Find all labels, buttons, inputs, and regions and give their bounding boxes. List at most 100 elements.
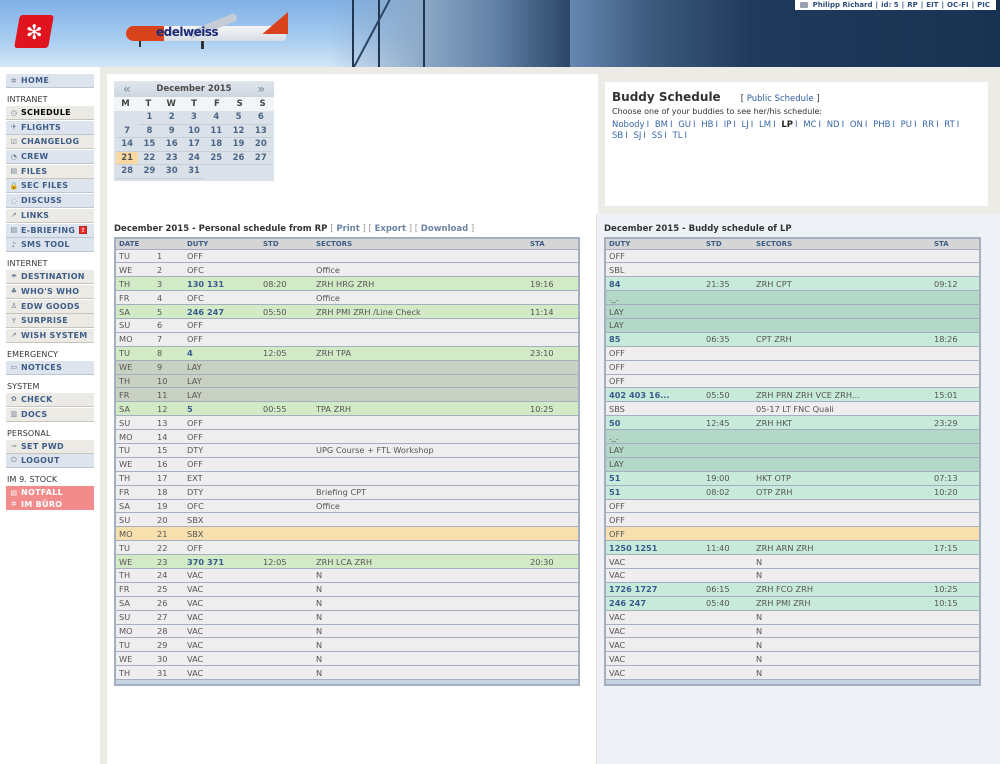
calendar-day[interactable]: 13	[249, 125, 272, 138]
buddy-link-ss[interactable]: SS	[652, 131, 663, 141]
sidebar-item-schedule[interactable]: ◷ SCHEDULE	[6, 106, 94, 120]
table-row[interactable]: SBL	[605, 262, 980, 278]
calendar-day[interactable]: 28	[116, 165, 139, 179]
table-row[interactable]: OFF	[605, 499, 980, 514]
calendar-day[interactable]: 27	[249, 152, 272, 165]
buddy-link-rr[interactable]: RR	[922, 120, 934, 130]
table-row[interactable]: VAC N	[605, 610, 980, 625]
calendar-day[interactable]: 5	[227, 111, 250, 125]
edelweiss-logo[interactable]: ✻	[14, 15, 54, 48]
table-row[interactable]: TU 1 OFF	[115, 249, 579, 264]
calendar-day[interactable]: 11	[205, 125, 228, 138]
user-info-item[interactable]: id: 5	[881, 1, 899, 9]
cell-duty[interactable]: 5	[184, 401, 260, 417]
calendar-day[interactable]: 24	[182, 152, 206, 165]
table-row[interactable]: VAC N	[605, 651, 980, 667]
table-row[interactable]: OFF	[605, 360, 980, 375]
calendar-day[interactable]: 6	[249, 111, 272, 125]
calendar-day[interactable]: 30	[160, 165, 183, 179]
calendar-day[interactable]: 23	[160, 152, 183, 165]
buddy-link-nobody[interactable]: Nobody	[612, 120, 645, 130]
table-row[interactable]: LAY	[605, 443, 980, 458]
table-row[interactable]: 85 06:35 CPT ZRH 18:26	[605, 332, 980, 347]
user-info-item[interactable]: PIC	[977, 1, 990, 9]
table-row[interactable]: TH 17 EXT	[115, 471, 579, 486]
table-row[interactable]: WE 16 OFF	[115, 457, 579, 472]
calendar-day[interactable]: 12	[227, 125, 250, 138]
table-row[interactable]: 51 08:02 OTP ZRH 10:20	[605, 485, 980, 500]
buddy-link-on[interactable]: ON	[850, 120, 863, 130]
table-row[interactable]: SA 5 246 247 05:50 ZRH PMI ZRH /Line Check 11…	[115, 304, 579, 319]
cell-duty[interactable]: 51	[605, 471, 703, 486]
calendar-day-today[interactable]: 21	[116, 151, 139, 165]
table-row[interactable]: SBS 05-17 LT FNC Quali	[605, 401, 980, 417]
table-row[interactable]: TU 22 OFF	[115, 540, 579, 556]
buddy-link-hb[interactable]: HB	[701, 120, 713, 130]
table-row[interactable]: WE 30 VAC N	[115, 651, 579, 667]
calendar-day[interactable]: 16	[160, 138, 183, 152]
table-row[interactable]: ._.	[605, 290, 980, 306]
buddy-link-lp[interactable]: LP	[781, 120, 793, 130]
sidebar-item-notfall[interactable]: ▤ NOTFALL	[6, 486, 94, 499]
cell-duty[interactable]: 246 247	[605, 596, 703, 611]
export-link[interactable]: Export	[375, 224, 406, 234]
sidebar-item-im-b-ro[interactable]: ✲ IM BÜRO	[6, 498, 94, 511]
buddy-link-gu[interactable]: GU	[678, 120, 691, 130]
table-row[interactable]: FR 4 OFC Office	[115, 290, 579, 306]
sidebar-item-crew[interactable]: ◔ CREW	[6, 150, 94, 165]
sidebar-item-sec-files[interactable]: 🔒 SEC FILES	[6, 179, 94, 194]
sidebar-item-flights[interactable]: ✈ FLIGHTS	[6, 120, 94, 135]
buddy-link-lj[interactable]: LJ	[742, 120, 749, 130]
calendar-day[interactable]: 15	[138, 138, 161, 152]
table-row[interactable]: 51 19:00 HKT OTP 07:13	[605, 471, 980, 486]
sidebar-item-wish-system[interactable]: ↗ WISH SYSTEM	[6, 328, 94, 343]
buddy-link-pu[interactable]: PU	[901, 120, 912, 130]
public-schedule-link[interactable]: Public Schedule	[747, 94, 814, 104]
double-chevron-right-icon[interactable]: »	[257, 82, 265, 96]
sidebar-item-links[interactable]: ↗ LINKS	[6, 208, 94, 223]
buddy-link-phb[interactable]: PHB	[873, 120, 890, 130]
table-row[interactable]: VAC N	[605, 624, 980, 639]
calendar-day[interactable]: 8	[138, 125, 161, 138]
table-row[interactable]: FR 18 DTY Briefing CPT	[115, 485, 579, 500]
table-row[interactable]: VAC N	[605, 665, 980, 681]
table-row[interactable]: SU 20 SBX	[115, 512, 579, 528]
cell-duty[interactable]: 246 247	[184, 304, 260, 319]
sidebar-item-surprise[interactable]: Y SURPRISE	[6, 314, 94, 329]
sidebar-item-sms-tool[interactable]: ♪ SMS TOOL	[6, 238, 94, 253]
table-row[interactable]: SA 26 VAC N	[115, 596, 579, 611]
cell-duty[interactable]: 402 403 16...	[605, 387, 703, 403]
calendar-day[interactable]: 1	[138, 111, 161, 125]
table-row[interactable]: 1726 1727 06:15 ZRH FCO ZRH 10:25	[605, 582, 980, 597]
cell-duty[interactable]: 84	[605, 276, 703, 292]
user-info-item[interactable]: Philipp Richard	[813, 1, 873, 9]
table-row[interactable]: OFF	[605, 249, 980, 264]
table-row[interactable]: WE 2 OFC Office	[115, 262, 579, 278]
sidebar-item-set-pwd[interactable]: ⊸ SET PWD	[6, 439, 94, 454]
table-row[interactable]: SU 6 OFF	[115, 318, 579, 333]
buddy-link-nd[interactable]: ND	[827, 120, 840, 130]
calendar-day[interactable]: 7	[116, 125, 139, 138]
table-row[interactable]: MO 7 OFF	[115, 332, 579, 347]
buddy-link-sb[interactable]: SB	[612, 131, 623, 141]
buddy-link-ip[interactable]: IP	[724, 120, 732, 130]
calendar-day[interactable]: 19	[227, 138, 250, 152]
table-row[interactable]: TU 29 VAC N	[115, 637, 579, 653]
sidebar-item-who-s-who[interactable]: ♣ WHO'S WHO	[6, 284, 94, 299]
sidebar-item-discuss[interactable]: ◌ DISCUSS	[6, 194, 94, 209]
buddy-link-tl[interactable]: TL	[673, 131, 683, 141]
sidebar-item-logout[interactable]: ⏻ LOGOUT	[6, 454, 94, 469]
calendar-day[interactable]: 14	[116, 138, 139, 152]
calendar-day[interactable]: 17	[182, 138, 206, 152]
table-row[interactable]: TH 10 LAY	[115, 374, 579, 389]
table-row[interactable]: 84 21:35 ZRH CPT 09:12	[605, 276, 980, 292]
cell-duty[interactable]: 130 131	[184, 276, 260, 292]
download-link[interactable]: Download	[421, 224, 468, 234]
table-row[interactable]: VAC N	[605, 637, 980, 653]
calendar-day[interactable]: 4	[205, 111, 228, 125]
calendar-day[interactable]: 26	[227, 152, 250, 165]
table-row[interactable]: FR 11 LAY	[115, 387, 579, 403]
cell-duty[interactable]: 1726 1727	[605, 582, 703, 597]
calendar-day[interactable]: 10	[182, 125, 206, 138]
table-row[interactable]: MO 14 OFF	[115, 429, 579, 444]
